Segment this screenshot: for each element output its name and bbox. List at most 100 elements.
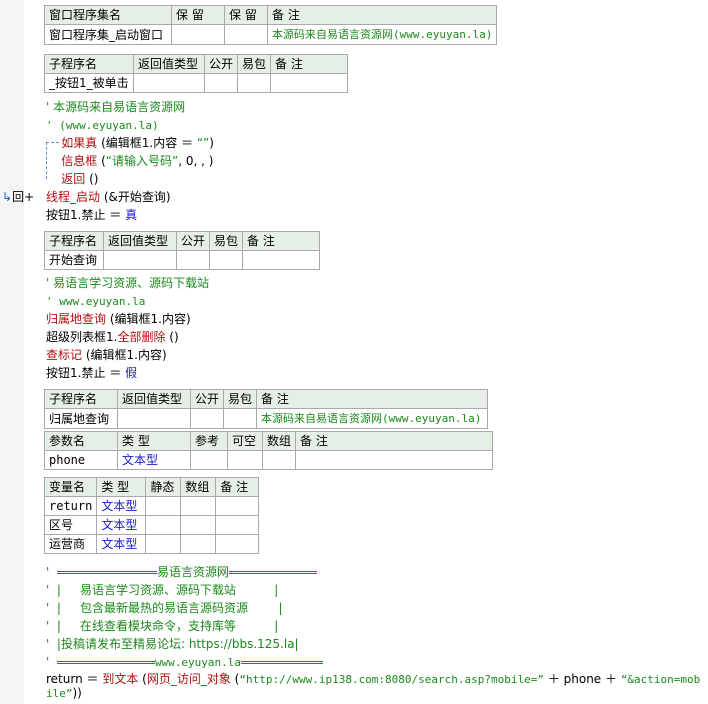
banner-line[interactable]: ' | 包含最新最热的易语言源码资源 | <box>46 599 283 617</box>
code-token: ' 本源码来自易语言资源网 <box>46 100 186 114</box>
table-row[interactable]: return 文本型 <box>43 496 260 516</box>
array-cell[interactable] <box>180 534 217 554</box>
banner-line[interactable]: ' |投稿请发布至精易论坛: https://bbs.125.la| <box>46 635 299 653</box>
code-line[interactable]: ' www.eyuyan.la <box>46 292 145 310</box>
public-cell[interactable] <box>175 250 211 270</box>
static-cell[interactable] <box>145 534 182 554</box>
code-line[interactable]: ' (www.eyuyan.la) <box>46 116 159 134</box>
nullable-cell[interactable] <box>227 450 263 470</box>
header-cell: 返回值类型 <box>133 54 205 74</box>
code-line[interactable]: 线程_启动 (&开始查询) <box>46 188 171 206</box>
header-cell: 易包 <box>223 389 258 409</box>
header-cell: 返回值类型 <box>103 231 177 251</box>
return-type-cell[interactable] <box>133 73 205 93</box>
code-token: (&开始查询) <box>100 190 171 204</box>
breakpoint-marker[interactable]: ↳回+ <box>2 190 34 204</box>
code-token: (编辑框1.内容) <box>82 348 167 362</box>
remark-cell[interactable]: 本源码来自易语言资源网(www.eyuyan.la) <box>266 24 498 45</box>
subroutine-table-button-click: 子程序名 返回值类型 公开 易包 备 注 _按钮1_被单击 <box>44 54 349 93</box>
package-cell[interactable] <box>223 408 258 429</box>
header-cell: 备 注 <box>295 431 494 451</box>
parameter-name-cell[interactable]: phone <box>44 450 118 470</box>
code-line[interactable]: 按钮1.禁止 ＝ 假 <box>46 364 137 382</box>
package-cell[interactable] <box>209 250 244 270</box>
code-line[interactable]: ' 易语言学习资源、源码下载站 <box>46 274 209 292</box>
reserved-cell[interactable] <box>171 24 225 45</box>
code-line[interactable]: ile”)) <box>46 684 82 702</box>
table-row[interactable]: 区号 文本型 <box>43 515 260 535</box>
remark-cell[interactable]: 本源码来自易语言资源网(www.eyuyan.la) <box>256 408 489 429</box>
remark-cell[interactable] <box>215 496 260 516</box>
code-token: ile” <box>46 687 73 700</box>
code-line[interactable]: 归属地查询 (编辑框1.内容) <box>46 310 191 328</box>
code-token: 按钮1.禁止 ＝ <box>46 366 126 380</box>
code-line[interactable]: 如果真 (编辑框1.内容 ＝ “”) <box>46 134 214 152</box>
collapse-toggle-icon[interactable]: 回+ <box>12 190 34 204</box>
parameter-type-cell[interactable]: 文本型 <box>117 450 191 470</box>
header-cell: 备 注 <box>215 477 260 497</box>
banner-top[interactable]: ' 易语言资源网 <box>46 563 317 581</box>
banner-rule-left <box>56 571 157 574</box>
return-type-cell[interactable] <box>117 408 191 429</box>
banner-line[interactable]: ' | 易语言学习资源、源码下载站 | <box>46 581 278 599</box>
variable-type-cell[interactable]: 文本型 <box>96 534 147 554</box>
return-type-cell[interactable] <box>103 250 177 270</box>
variable-type-cell[interactable]: 文本型 <box>96 496 147 516</box>
header-cell: 窗口程序集名 <box>44 5 172 25</box>
code-line[interactable]: 超级列表框1.全部删除 () <box>46 328 179 346</box>
code-token: “” <box>196 136 210 150</box>
code-line[interactable]: return ＝ 到文本 (网页_访问_对象 (“http://www.ip13… <box>46 670 700 688</box>
remark-cell[interactable] <box>295 450 494 470</box>
arrow-icon: ↳ <box>2 190 13 204</box>
reference-cell[interactable] <box>190 450 228 470</box>
array-cell[interactable] <box>180 515 217 535</box>
code-token: ＋ phone ＋ <box>544 672 621 686</box>
header-cell: 易包 <box>209 231 244 251</box>
header-cell: 子程序名 <box>44 231 104 251</box>
code-line[interactable]: 按钮1.禁止 ＝ 真 <box>46 206 137 224</box>
remark-cell[interactable] <box>270 73 349 93</box>
code-line[interactable]: ' 本源码来自易语言资源网 <box>46 98 185 116</box>
subroutine-name-cell[interactable]: _按钮1_被单击 <box>44 73 134 93</box>
remark-cell[interactable] <box>242 250 321 270</box>
header-cell: 备 注 <box>256 389 489 409</box>
header-cell: 公开 <box>175 231 211 251</box>
header-cell: 静态 <box>145 477 182 497</box>
header-cell: 易包 <box>237 54 272 74</box>
static-cell[interactable] <box>145 515 182 535</box>
code-line[interactable]: 返回 () <box>46 170 98 188</box>
code-line[interactable]: 查标记 (编辑框1.内容) <box>46 346 167 364</box>
header-cell: 类 型 <box>117 431 191 451</box>
code-token: , 0, , ) <box>178 154 214 168</box>
header-cell: 备 注 <box>270 54 349 74</box>
subroutine-name-cell[interactable]: 归属地查询 <box>44 408 118 429</box>
variable-name-cell[interactable]: 区号 <box>43 515 98 535</box>
table-row[interactable]: 运营商 文本型 <box>43 534 260 554</box>
public-cell[interactable] <box>203 73 239 93</box>
code-token: 全部删除 <box>117 330 166 344</box>
header-cell: 变量名 <box>43 477 98 497</box>
variable-type-cell[interactable]: 文本型 <box>96 515 147 535</box>
code-token: “&action=mob <box>620 673 701 686</box>
banner-bottom[interactable]: ' www.eyuyan.la <box>46 653 324 671</box>
static-cell[interactable] <box>145 496 182 516</box>
package-cell[interactable] <box>237 73 272 93</box>
header-cell: 备 注 <box>242 231 321 251</box>
array-cell[interactable] <box>180 496 217 516</box>
variable-name-cell[interactable]: 运营商 <box>43 534 98 554</box>
assembly-name-cell[interactable]: 窗口程序集_启动窗口 <box>44 24 172 45</box>
code-token: 超级列表框1. <box>46 330 118 344</box>
array-cell[interactable] <box>261 450 297 470</box>
subroutine-name-cell[interactable]: 开始查询 <box>44 250 104 270</box>
banner-line[interactable]: ' | 在线查看模块命令，支持库等 | <box>46 617 278 635</box>
code-token: 查标记 <box>46 348 83 362</box>
code-line[interactable]: 信息框 (“请输入号码”, 0, , ) <box>46 152 213 170</box>
remark-cell[interactable] <box>215 534 260 554</box>
remark-cell[interactable] <box>215 515 260 535</box>
header-cell: 保 留 <box>224 5 268 25</box>
reserved-cell[interactable] <box>224 24 268 45</box>
editor-gutter <box>0 0 24 704</box>
variable-name-cell[interactable]: return <box>43 496 98 516</box>
header-cell: 可空 <box>227 431 263 451</box>
public-cell[interactable] <box>189 408 225 429</box>
